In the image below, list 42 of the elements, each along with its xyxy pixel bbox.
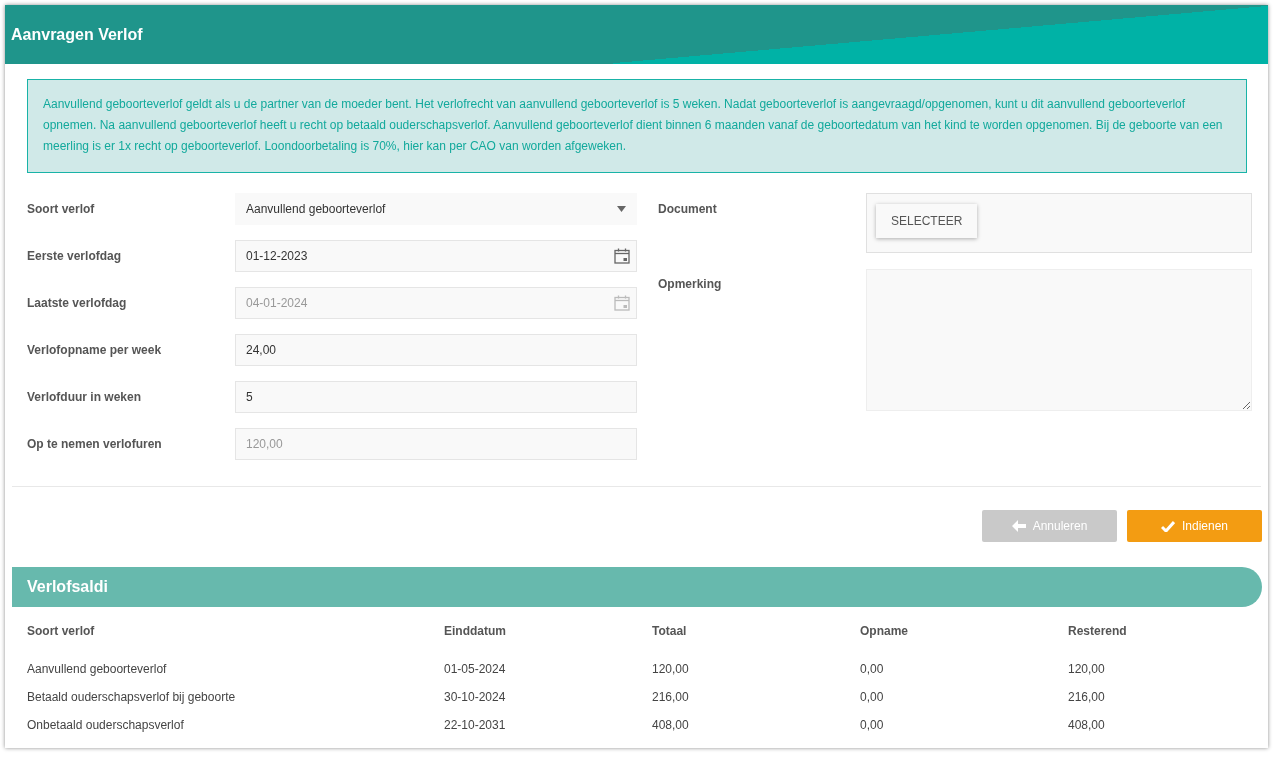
table-cell-text: 0,00 xyxy=(860,661,885,678)
table-cell-text: 22-10-2031 xyxy=(444,717,507,734)
info-message: Aanvullend geboorteverlof geldt als u de partner van de moeder bent. Het verlofrecht van aanvullend geboorteverlof is 5 weken. Nadat geboorteverlof is aangevraagd/opgenomen, kunt u dit aanvullend geboorteverlof opnemen. Na aanvullend geboorteverlof heeft u recht op betaald ouderschapsverlof. Aanvullend geboorteverlof dient binnen 6 maanden vanaf de geboortedatum van het kind te worden opgenomen. Bij de geboorte van een meerling is er 1x recht op geboorteverlof. Loondoorbetaling is 70%, hier kan per CAO van worden afgeweken. xyxy=(27,79,1247,173)
field-label: Document xyxy=(658,201,718,216)
field-label: Verlofduur in weken xyxy=(27,390,143,404)
table-cell-text: Onbetaald ouderschapsverlof xyxy=(27,717,185,734)
arrow-left-icon xyxy=(1011,520,1026,532)
calendar-icon xyxy=(614,295,630,311)
table-cell-text: 01-05-2024 xyxy=(444,661,507,678)
table-cell-text: 120,00 xyxy=(1068,661,1106,678)
input-field[interactable]: 24,00 xyxy=(235,334,637,366)
table-cell-text: 120,00 xyxy=(652,661,690,678)
calendar-icon xyxy=(614,248,630,264)
checkmark-icon xyxy=(1160,520,1175,532)
column-header: Opname xyxy=(860,623,909,640)
date-field[interactable]: 01-12-2023 xyxy=(235,240,637,272)
column-header: Totaal xyxy=(652,623,688,640)
table-cell-text: 0,00 xyxy=(860,689,885,706)
dropdown[interactable]: Aanvullend geboorteverlof xyxy=(235,193,637,225)
section-header: Verlofsaldi xyxy=(12,567,1262,607)
field-label: Soort verlof xyxy=(27,202,96,216)
field-label: Laatste verlofdag xyxy=(27,296,128,310)
column-header: Soort verlof xyxy=(27,623,96,640)
field-label: Verlofopname per week xyxy=(27,343,163,357)
field-label: Op te nemen verlofuren xyxy=(27,437,163,451)
table-cell-text: 216,00 xyxy=(652,689,690,706)
column-header: Resterend xyxy=(1068,623,1128,640)
table-cell-text: 30-10-2024 xyxy=(444,689,507,706)
select-file-button[interactable]: SELECTEER xyxy=(876,204,978,238)
table-cell-text: 216,00 xyxy=(1068,689,1106,706)
table-cell-text: 408,00 xyxy=(1068,717,1106,734)
input-field[interactable]: 5 xyxy=(235,381,637,413)
comment-field[interactable] xyxy=(866,269,1252,411)
caret-icon xyxy=(617,206,626,212)
field-label: Eerste verlofdag xyxy=(27,249,123,263)
column-header: Einddatum xyxy=(444,623,507,640)
table-cell-text: 408,00 xyxy=(652,717,690,734)
page-title: Aanvragen Verlof xyxy=(11,25,143,44)
table-cell-text: Aanvullend geboorteverlof xyxy=(27,661,168,678)
field-label: Opmerking xyxy=(658,276,723,291)
table-cell-text: 0,00 xyxy=(860,717,885,734)
table-cell-text: Betaald ouderschapsverlof bij geboorte xyxy=(27,689,237,706)
